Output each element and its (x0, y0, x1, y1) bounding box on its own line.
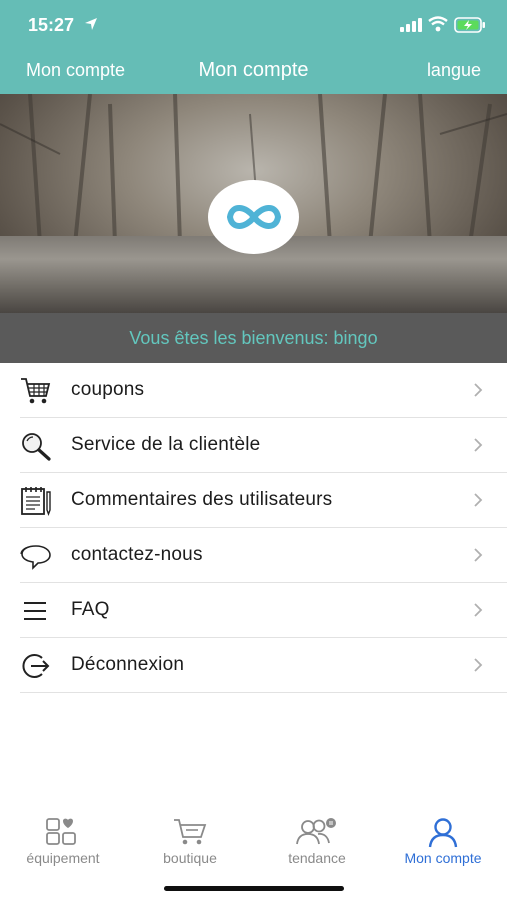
wifi-icon (428, 16, 448, 37)
menu-item-logout[interactable]: Déconnexion (0, 638, 507, 693)
menu-item-user-comments[interactable]: Commentaires des utilisateurs (0, 473, 507, 528)
chat-bubbles-icon (20, 541, 52, 571)
tab-equipment[interactable]: équipement (0, 808, 126, 868)
chevron-right-icon (473, 437, 483, 458)
cart-icon (172, 818, 208, 851)
menu-item-label: contactez-nous (71, 544, 203, 565)
cart-icon (20, 376, 52, 406)
language-button[interactable]: langue (427, 60, 481, 81)
list-icon (20, 596, 52, 626)
tab-my-account[interactable]: Mon compte (380, 808, 506, 868)
cellular-signal-icon (400, 18, 422, 37)
chevron-right-icon (473, 547, 483, 568)
menu-item-label: Déconnexion (71, 654, 185, 675)
location-arrow-icon (84, 17, 98, 36)
chevron-right-icon (473, 657, 483, 678)
tab-trending[interactable]: tendance (254, 808, 380, 868)
welcome-banner: Vous êtes les bienvenus: bingo (0, 313, 507, 363)
tab-shop[interactable]: boutique (127, 808, 253, 868)
chevron-right-icon (473, 602, 483, 623)
tab-label: boutique (163, 850, 217, 866)
tab-label: équipement (26, 850, 100, 866)
menu-item-contact-us[interactable]: contactez-nous (0, 528, 507, 583)
account-menu: coupons Service de la clientèle Commenta… (0, 363, 507, 693)
app-logo (208, 180, 299, 254)
menu-item-customer-service[interactable]: Service de la clientèle (0, 418, 507, 473)
menu-item-label: coupons (71, 379, 145, 400)
tab-label: tendance (288, 850, 346, 866)
menu-item-faq[interactable]: FAQ (0, 583, 507, 638)
status-bar: 15:27 (0, 0, 507, 50)
menu-item-label: Service de la clientèle (71, 434, 261, 455)
infinity-logo-icon (226, 205, 282, 229)
magnifier-icon (20, 431, 52, 461)
chevron-right-icon (473, 382, 483, 403)
menu-item-label: Commentaires des utilisateurs (71, 489, 333, 510)
tab-label: Mon compte (404, 850, 482, 866)
chevron-right-icon (473, 492, 483, 513)
menu-item-label: FAQ (71, 599, 110, 620)
people-icon (294, 818, 340, 851)
hero-banner-image (0, 94, 507, 313)
welcome-text: Vous êtes les bienvenus: bingo (129, 328, 378, 348)
logout-icon (20, 651, 52, 681)
grid-icon (46, 818, 80, 851)
person-icon (427, 818, 459, 853)
menu-item-coupons[interactable]: coupons (0, 363, 507, 418)
battery-charging-icon (454, 17, 486, 38)
header-bar: 15:27 Mon compte Mon compte langue (0, 0, 507, 94)
divider (20, 692, 507, 693)
notepad-icon (20, 486, 52, 516)
status-time: 15:27 (28, 15, 75, 35)
home-indicator (164, 886, 344, 891)
